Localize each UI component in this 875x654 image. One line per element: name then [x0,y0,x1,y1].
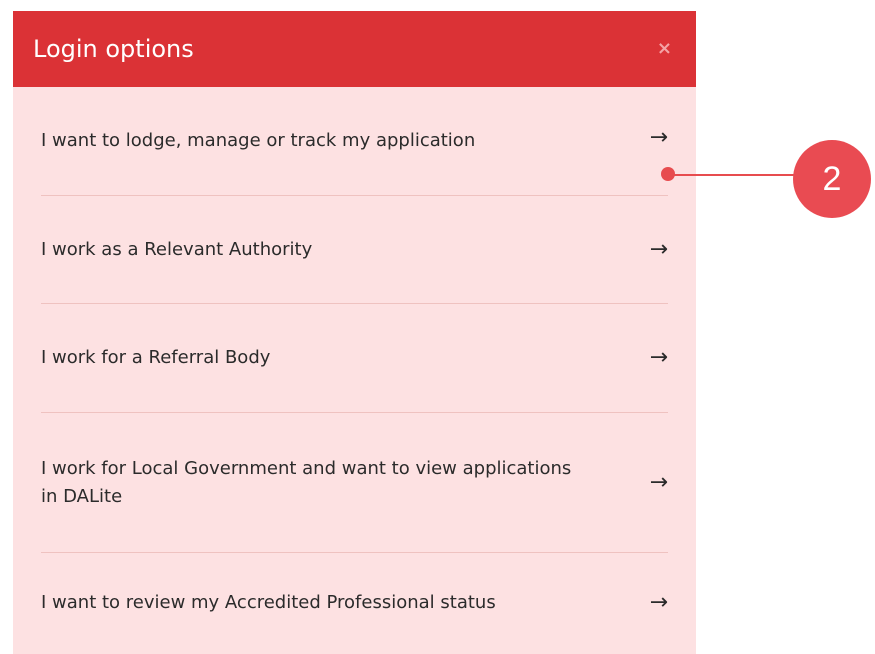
dialog-title: Login options [33,35,194,63]
login-options-dialog: Login options × I want to lodge, manage … [13,11,696,654]
option-local-government[interactable]: I work for Local Government and want to … [41,413,668,553]
arrow-right-icon: → [649,469,668,495]
option-accredited-professional[interactable]: I want to review my Accredited Professio… [41,553,668,653]
callout-dot [661,167,675,181]
option-label: I work for a Referral Body [41,347,271,368]
option-relevant-authority[interactable]: I work as a Relevant Authority → [41,196,668,304]
callout-line [670,174,810,176]
arrow-right-icon: → [649,236,668,262]
arrow-right-icon: → [649,590,668,615]
option-lodge-manage-track[interactable]: I want to lodge, manage or track my appl… [41,87,668,196]
dialog-header: Login options × [13,11,696,87]
option-label: I work as a Relevant Authority [41,238,313,260]
option-referral-body[interactable]: I work for a Referral Body → [41,304,668,413]
option-label: I want to lodge, manage or track my appl… [41,130,476,151]
arrow-right-icon: → [649,345,668,370]
option-label: I work for Local Government and want to … [41,457,572,507]
callout-badge: 2 [793,140,871,218]
login-options-list: I want to lodge, manage or track my appl… [13,87,696,653]
option-label: I want to review my Accredited Professio… [41,592,496,613]
close-icon[interactable]: × [657,40,672,58]
screenshot-stage: Login options × I want to lodge, manage … [0,0,875,654]
arrow-right-icon: → [649,125,668,150]
